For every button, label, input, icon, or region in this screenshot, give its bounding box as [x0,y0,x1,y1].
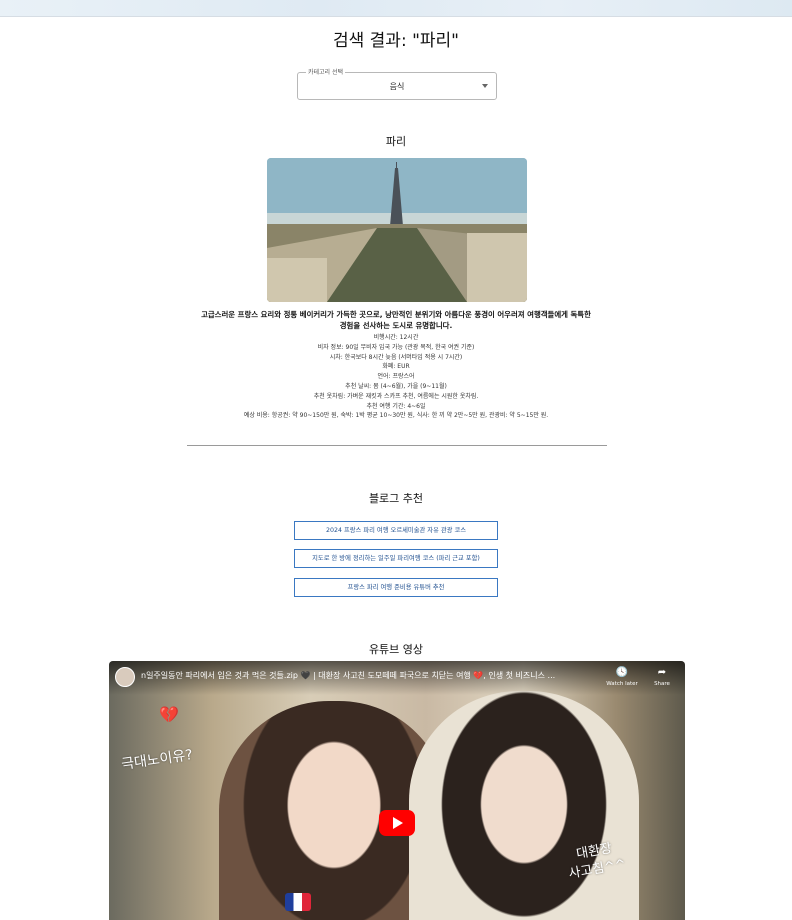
city-photo [267,158,527,302]
blog-link-button[interactable]: 프랑스 파리 여행 준비용 유튜버 추천 [294,578,498,597]
blog-section-title: 블로그 추천 [368,492,424,505]
info-cost: 예상 비용: 항공권: 약 90~150만 원, 숙박: 1박 평균 10~30… [243,412,549,420]
play-icon[interactable] [379,810,415,836]
city-name: 파리 [385,135,407,148]
chevron-down-icon [482,84,488,88]
clock-icon: 🕓 [615,667,629,678]
info-language: 언어: 프랑스어 [377,373,415,381]
info-visa: 비자 정보: 90일 무비자 입국 가능 (관광 목적, 한국 여권 기준) [317,343,475,351]
info-clothing: 추천 옷차림: 가벼운 재킷과 스카프 추천, 여름에는 시원한 옷차림. [313,392,479,400]
watch-later-label: Watch later [606,681,638,687]
thumbnail-caption: 극대노이유? [120,747,194,773]
share-button[interactable]: ➦ Share [645,667,679,687]
paris-skyline-image [267,158,527,302]
blog-link-button[interactable]: 2024 프랑스 파리 여행 오르세미술관 자유 관광 코스 [294,521,498,540]
share-label: Share [654,681,670,687]
video-thumbnail-person [409,691,639,920]
category-select-legend: 카테고리 선택 [306,68,346,77]
video-title[interactable]: n일주일동안 파리에서 입은 것과 먹은 것들.zip 🖤 | 대환장 사고친 … [141,670,611,681]
info-currency: 화폐: EUR [382,363,410,371]
page-title: 검색 결과: "파리" [332,31,459,51]
city-info-list: 비행시간: 12시간 비자 정보: 90일 무비자 입국 가능 (관광 목적, … [180,333,612,421]
france-flag-icon [285,893,311,911]
top-banner-strip [0,0,792,17]
watch-later-button[interactable]: 🕓 Watch later [605,667,639,687]
blog-link-button[interactable]: 지도로 한 방에 정리하는 일주일 파리여행 코스 (파리 근교 포함) [294,549,498,568]
video-top-bar: n일주일동안 파리에서 입은 것과 먹은 것들.zip 🖤 | 대환장 사고친 … [109,661,685,695]
category-select-value: 음식 [389,82,405,91]
info-time-difference: 시차: 한국보다 8시간 늦음 (서머타임 적용 시 7시간) [329,353,463,361]
section-divider [187,445,607,446]
share-icon: ➦ [657,667,667,678]
broken-heart-icon: 💔 [159,705,179,724]
youtube-video-embed[interactable]: 💔 극대노이유? 대환장 사고침^^ n일주일동안 파리에서 입은 것과 먹은 … [109,661,685,920]
info-flight-time: 비행시간: 12시간 [373,334,419,341]
category-select[interactable]: 카테고리 선택 음식 [297,68,497,100]
page: 검색 결과: "파리" 카테고리 선택 음식 파리 고급스러운 프랑스 요리와 … [0,0,792,920]
info-weather: 추천 날씨: 봄 (4~6월), 가을 (9~11월) [345,382,447,390]
youtube-section-title: 유튜브 영상 [368,643,424,656]
channel-avatar[interactable] [115,667,135,687]
city-description: 고급스러운 프랑스 요리와 정통 베이커리가 가득한 곳으로, 낭만적인 분위기… [201,310,591,330]
info-trip-length: 추천 여행 기간: 4~6일 [366,402,426,410]
